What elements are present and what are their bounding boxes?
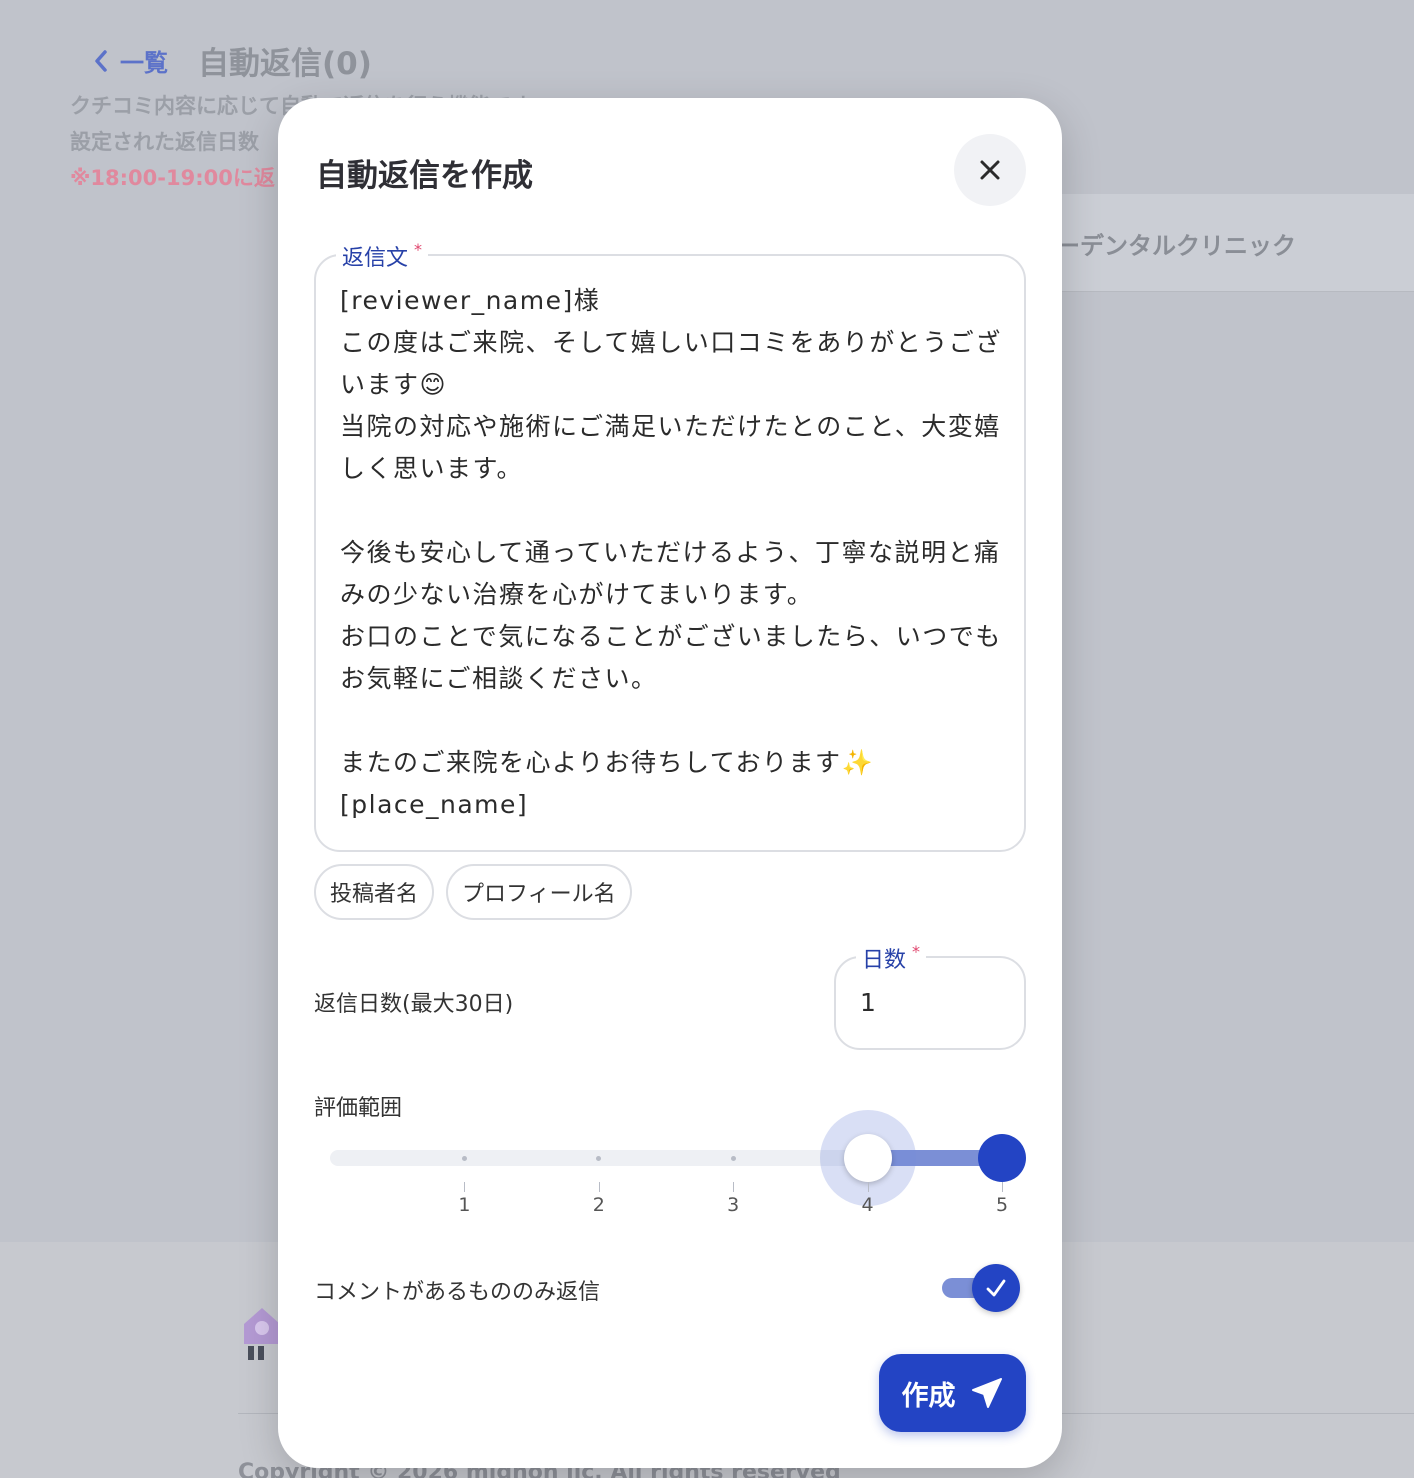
- required-mark: *: [912, 942, 921, 961]
- slider-tick-label: 2: [592, 1194, 605, 1216]
- days-field-label: 日数 *: [856, 942, 927, 974]
- slider-tick-mark: [464, 1182, 466, 1192]
- slider-tick-label: 3: [727, 1194, 740, 1216]
- chevron-left-icon: [95, 49, 107, 72]
- slider-thumb-low[interactable]: [843, 1134, 892, 1182]
- days-field[interactable]: 日数 * 1: [834, 942, 1026, 1050]
- send-icon: [971, 1378, 1002, 1408]
- reply-text-field[interactable]: 返信文 * [reviewer_name]様 この度はご来院、そして嬉しい口コミを…: [314, 240, 1026, 852]
- rating-range-label: 評価範囲: [314, 1096, 403, 1121]
- required-mark: *: [414, 240, 423, 259]
- comment-only-label: コメントがあるもののみ返信: [314, 1280, 601, 1305]
- reply-textarea[interactable]: [reviewer_name]様 この度はご来院、そして嬉しい口コミをありがとう…: [340, 280, 1004, 826]
- slider-tick-label: 1: [458, 1194, 471, 1216]
- back-link-label: 一覧: [120, 49, 168, 77]
- slider-tick-mark: [1002, 1182, 1003, 1192]
- placeholder-chips: 投稿者名 プロフィール名: [314, 864, 632, 920]
- chip-profile-name[interactable]: プロフィール名: [446, 864, 632, 920]
- toggle-knob[interactable]: [972, 1264, 1020, 1312]
- reply-days-label: 返信日数(最大30日): [314, 992, 514, 1017]
- days-input[interactable]: 1: [860, 988, 876, 1017]
- slider-step-dot: [730, 1156, 736, 1161]
- reply-text-label: 返信文 *: [336, 240, 429, 272]
- back-link[interactable]: 一覧: [92, 43, 168, 78]
- chip-reviewer-name[interactable]: 投稿者名: [314, 864, 435, 920]
- clinic-name[interactable]: ーデンタルクリニック: [1056, 226, 1296, 261]
- dialog-title: 自動返信を作成: [316, 158, 533, 194]
- rating-range-slider[interactable]: 1 2 3 4 5: [330, 1110, 1026, 1228]
- slider-tick-mark: [867, 1182, 869, 1192]
- comment-only-toggle[interactable]: [942, 1262, 1022, 1312]
- slider-tick-label: 5: [995, 1194, 1009, 1216]
- slider-tick-label: 4: [861, 1194, 874, 1216]
- create-button-label: 作成: [901, 1380, 956, 1412]
- close-icon: [980, 160, 1000, 180]
- check-icon: [986, 1279, 1006, 1297]
- page-header: 一覧 自動返信(0): [92, 38, 372, 83]
- slider-tick-mark: [598, 1182, 600, 1192]
- slider-step-dot: [461, 1156, 467, 1161]
- page-title: 自動返信(0): [198, 46, 372, 82]
- slider-tick-mark: [733, 1182, 735, 1192]
- close-button[interactable]: [954, 134, 1026, 206]
- create-auto-reply-dialog: 自動返信を作成 返信文 * [reviewer_name]様 この度はご来院、そし…: [278, 98, 1062, 1468]
- create-button[interactable]: 作成: [879, 1354, 1026, 1432]
- slider-thumb-high[interactable]: [978, 1134, 1026, 1182]
